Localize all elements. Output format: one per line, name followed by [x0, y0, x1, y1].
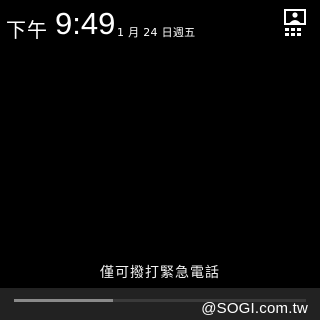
sogi-watermark: @SOGI.com.tw: [201, 300, 308, 317]
clock-time: 9:49: [55, 6, 116, 41]
unlock-progress-fill: [14, 299, 114, 302]
quick-settings-icon[interactable]: [284, 9, 306, 37]
status-bar: 下午 9:49 1 月 24 日週五: [0, 0, 320, 48]
date-label: 1 月 24 日週五: [117, 26, 196, 39]
ampm-label: 下午: [6, 18, 48, 42]
emergency-calls-only-text: 僅可撥打緊急電話: [100, 265, 220, 281]
